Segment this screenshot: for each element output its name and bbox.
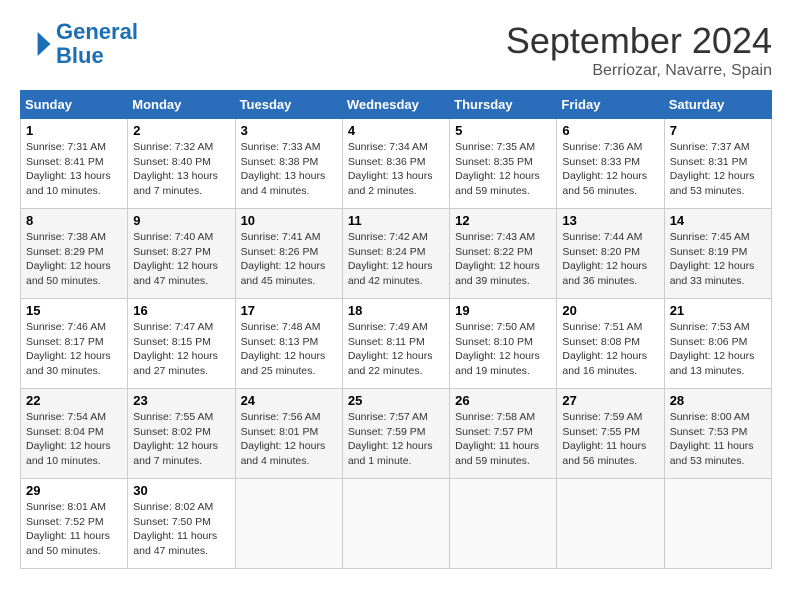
day-cell: 26Sunrise: 7:58 AMSunset: 7:57 PMDayligh… [450, 389, 557, 479]
day-cell: 27Sunrise: 7:59 AMSunset: 7:55 PMDayligh… [557, 389, 664, 479]
col-sunday: Sunday [21, 91, 128, 119]
header-row: Sunday Monday Tuesday Wednesday Thursday… [21, 91, 772, 119]
day-cell: 3Sunrise: 7:33 AMSunset: 8:38 PMDaylight… [235, 119, 342, 209]
day-cell: 6Sunrise: 7:36 AMSunset: 8:33 PMDaylight… [557, 119, 664, 209]
col-saturday: Saturday [664, 91, 771, 119]
logo-text: General Blue [56, 20, 138, 68]
day-cell [342, 479, 449, 569]
day-cell [557, 479, 664, 569]
month-title: September 2024 [506, 20, 772, 62]
logo-general: General [56, 19, 138, 44]
day-cell: 15Sunrise: 7:46 AMSunset: 8:17 PMDayligh… [21, 299, 128, 389]
day-cell: 29Sunrise: 8:01 AMSunset: 7:52 PMDayligh… [21, 479, 128, 569]
day-cell: 18Sunrise: 7:49 AMSunset: 8:11 PMDayligh… [342, 299, 449, 389]
week-row-4: 22Sunrise: 7:54 AMSunset: 8:04 PMDayligh… [21, 389, 772, 479]
day-cell: 21Sunrise: 7:53 AMSunset: 8:06 PMDayligh… [664, 299, 771, 389]
day-cell [450, 479, 557, 569]
day-cell: 17Sunrise: 7:48 AMSunset: 8:13 PMDayligh… [235, 299, 342, 389]
location: Berriozar, Navarre, Spain [506, 62, 772, 80]
logo: General Blue [20, 20, 138, 68]
day-cell: 14Sunrise: 7:45 AMSunset: 8:19 PMDayligh… [664, 209, 771, 299]
logo-blue: Blue [56, 43, 104, 68]
day-cell: 28Sunrise: 8:00 AMSunset: 7:53 PMDayligh… [664, 389, 771, 479]
day-cell [664, 479, 771, 569]
calendar-table: Sunday Monday Tuesday Wednesday Thursday… [20, 90, 772, 569]
week-row-1: 1Sunrise: 7:31 AMSunset: 8:41 PMDaylight… [21, 119, 772, 209]
day-cell: 11Sunrise: 7:42 AMSunset: 8:24 PMDayligh… [342, 209, 449, 299]
day-cell: 8Sunrise: 7:38 AMSunset: 8:29 PMDaylight… [21, 209, 128, 299]
day-cell: 30Sunrise: 8:02 AMSunset: 7:50 PMDayligh… [128, 479, 235, 569]
day-cell: 23Sunrise: 7:55 AMSunset: 8:02 PMDayligh… [128, 389, 235, 479]
col-thursday: Thursday [450, 91, 557, 119]
day-cell: 22Sunrise: 7:54 AMSunset: 8:04 PMDayligh… [21, 389, 128, 479]
col-monday: Monday [128, 91, 235, 119]
day-cell: 7Sunrise: 7:37 AMSunset: 8:31 PMDaylight… [664, 119, 771, 209]
col-tuesday: Tuesday [235, 91, 342, 119]
col-friday: Friday [557, 91, 664, 119]
day-cell [235, 479, 342, 569]
day-cell: 24Sunrise: 7:56 AMSunset: 8:01 PMDayligh… [235, 389, 342, 479]
day-cell: 5Sunrise: 7:35 AMSunset: 8:35 PMDaylight… [450, 119, 557, 209]
day-cell: 9Sunrise: 7:40 AMSunset: 8:27 PMDaylight… [128, 209, 235, 299]
day-cell: 16Sunrise: 7:47 AMSunset: 8:15 PMDayligh… [128, 299, 235, 389]
day-cell: 25Sunrise: 7:57 AMSunset: 7:59 PMDayligh… [342, 389, 449, 479]
day-cell: 20Sunrise: 7:51 AMSunset: 8:08 PMDayligh… [557, 299, 664, 389]
week-row-3: 15Sunrise: 7:46 AMSunset: 8:17 PMDayligh… [21, 299, 772, 389]
col-wednesday: Wednesday [342, 91, 449, 119]
week-row-2: 8Sunrise: 7:38 AMSunset: 8:29 PMDaylight… [21, 209, 772, 299]
day-cell: 4Sunrise: 7:34 AMSunset: 8:36 PMDaylight… [342, 119, 449, 209]
title-block: September 2024 Berriozar, Navarre, Spain [506, 20, 772, 80]
day-cell: 19Sunrise: 7:50 AMSunset: 8:10 PMDayligh… [450, 299, 557, 389]
week-row-5: 29Sunrise: 8:01 AMSunset: 7:52 PMDayligh… [21, 479, 772, 569]
day-cell: 10Sunrise: 7:41 AMSunset: 8:26 PMDayligh… [235, 209, 342, 299]
day-cell: 13Sunrise: 7:44 AMSunset: 8:20 PMDayligh… [557, 209, 664, 299]
day-1: 1Sunrise: 7:31 AMSunset: 8:41 PMDaylight… [21, 119, 128, 209]
day-cell: 2Sunrise: 7:32 AMSunset: 8:40 PMDaylight… [128, 119, 235, 209]
logo-icon [20, 28, 52, 60]
day-cell: 12Sunrise: 7:43 AMSunset: 8:22 PMDayligh… [450, 209, 557, 299]
page-header: General Blue September 2024 Berriozar, N… [20, 20, 772, 80]
